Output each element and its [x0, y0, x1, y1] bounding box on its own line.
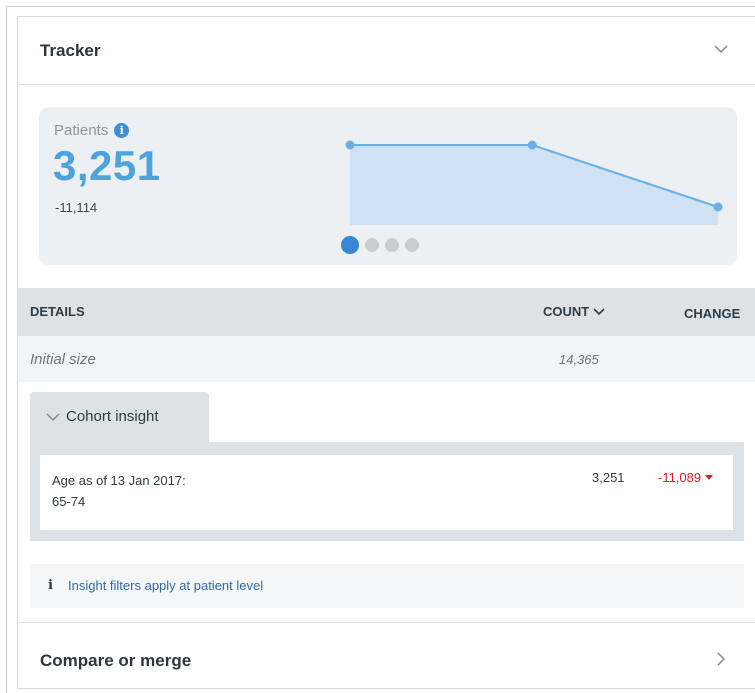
carousel-dot[interactable] — [365, 238, 379, 252]
info-icon[interactable]: i — [114, 123, 130, 138]
tracker-header[interactable]: Tracker — [18, 17, 755, 85]
insight-row[interactable]: Age as of 13 Jan 2017: 65-74 3,251 -11,0… — [40, 455, 733, 530]
sparkline-point — [527, 140, 537, 150]
carousel-dot[interactable] — [385, 238, 399, 252]
sparkline-point — [713, 202, 723, 212]
count-header-label: COUNT — [543, 304, 590, 319]
tracker-panel: Tracker Patients i 3,251 -11,114 DETAILS… — [17, 16, 755, 689]
cohort-insight-box: Age as of 13 Jan 2017: 65-74 3,251 -11,0… — [30, 442, 744, 541]
tracker-title: Tracker — [40, 41, 101, 60]
carousel-dots — [341, 236, 419, 254]
insight-note: i Insight filters apply at patient level — [30, 564, 744, 608]
details-column-header: DETAILS — [30, 304, 85, 319]
age-filter-line2: 65-74 — [52, 494, 86, 509]
chevron-down-icon — [593, 307, 605, 315]
compare-merge-section[interactable]: Compare or merge — [18, 622, 755, 691]
sparkline-area — [350, 145, 718, 225]
insight-note-text: Insight filters apply at patient level — [68, 578, 264, 593]
patients-sparkline — [345, 140, 723, 225]
carousel-dot[interactable] — [405, 238, 419, 252]
carousel-dot[interactable] — [341, 236, 359, 254]
chevron-right-icon[interactable] — [713, 651, 729, 667]
initial-size-label: Initial size — [30, 351, 96, 368]
patients-count: 3,251 — [53, 142, 161, 189]
compare-merge-title: Compare or merge — [40, 651, 192, 670]
initial-size-row: Initial size 14,365 — [18, 336, 755, 382]
caret-down-icon — [705, 475, 714, 480]
cohort-insight-tab[interactable]: Cohort insight — [30, 392, 209, 442]
age-filter-change: -11,089 — [658, 470, 714, 485]
patients-stat-card: Patients i 3,251 -11,114 — [39, 107, 737, 265]
chevron-down-icon[interactable] — [713, 41, 729, 57]
chevron-down-icon — [46, 412, 60, 421]
age-filter-label: Age as of 13 Jan 2017: 65-74 — [52, 470, 186, 512]
age-filter-line1: Age as of 13 Jan 2017: — [52, 473, 186, 488]
count-column-header[interactable]: COUNT — [543, 304, 605, 319]
age-filter-count: 3,251 — [592, 470, 625, 485]
sparkline-point — [345, 140, 355, 150]
patients-label: Patients — [54, 122, 109, 139]
initial-size-count: 14,365 — [559, 352, 599, 367]
patients-delta: -11,114 — [55, 200, 98, 215]
info-icon: i — [48, 578, 53, 593]
change-column-header: CHANGE — [684, 306, 741, 321]
details-table-header: DETAILS COUNT CHANGE — [18, 288, 755, 336]
age-filter-change-value: -11,089 — [658, 470, 702, 485]
cohort-insight-label: Cohort insight — [66, 408, 159, 425]
patients-label-wrap: Patients i — [54, 122, 130, 139]
